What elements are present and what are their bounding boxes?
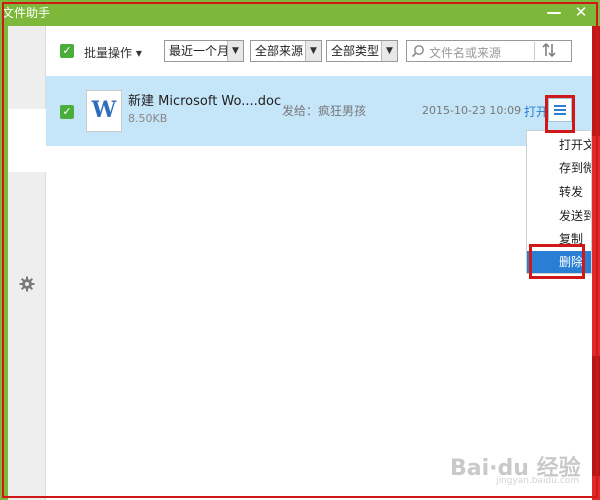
watermark-url: jingyan.baidu.com — [496, 476, 580, 486]
annotation-delete-box — [529, 244, 585, 279]
annotation-frame — [2, 2, 598, 498]
annotation-menu-button-box — [545, 95, 575, 133]
